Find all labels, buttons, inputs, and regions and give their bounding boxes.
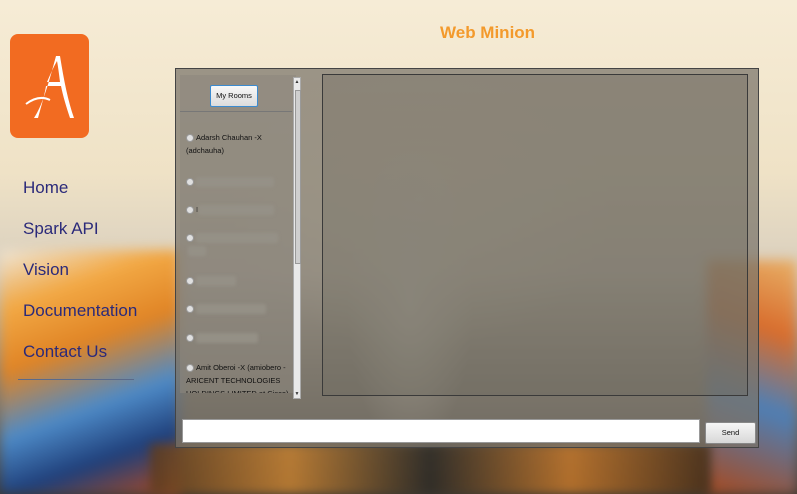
room-item[interactable] xyxy=(186,175,290,188)
logo-a-icon xyxy=(24,56,74,118)
redacted-label xyxy=(196,333,258,344)
nav-divider xyxy=(18,379,134,380)
radio-icon[interactable] xyxy=(186,305,194,314)
message-input[interactable] xyxy=(182,419,700,443)
radio-icon[interactable] xyxy=(186,178,194,187)
room-label: Amit Oberoi -X (amiobero - ARICENT TECHN… xyxy=(186,363,289,393)
page-title: Web Minion xyxy=(440,23,536,42)
scroll-down-icon[interactable]: ▼ xyxy=(294,390,300,398)
radio-icon[interactable] xyxy=(186,234,194,243)
radio-icon[interactable] xyxy=(186,334,194,343)
nav-item-spark-api[interactable]: Spark API xyxy=(23,213,137,254)
redacted-label xyxy=(198,205,275,216)
nav-item-documentation[interactable]: Documentation xyxy=(23,295,137,336)
my-rooms-button[interactable]: My Rooms xyxy=(210,85,258,107)
rooms-divider xyxy=(180,111,292,112)
redacted-label xyxy=(196,276,236,287)
room-item[interactable] xyxy=(186,302,290,315)
radio-icon[interactable] xyxy=(186,206,194,215)
room-label: Adarsh Chauhan -X (adchauha) xyxy=(186,133,262,155)
room-item[interactable] xyxy=(186,274,290,287)
redacted-label xyxy=(196,177,274,188)
nav-item-home[interactable]: Home xyxy=(23,172,137,213)
chat-panel: My Rooms Adarsh Chauhan -X (adchauha) I xyxy=(175,68,759,448)
room-item[interactable]: Adarsh Chauhan -X (adchauha) xyxy=(186,131,290,157)
nav-item-vision[interactable]: Vision xyxy=(23,254,137,295)
redacted-label xyxy=(196,233,278,244)
send-button[interactable]: Send xyxy=(705,422,756,444)
scroll-thumb[interactable] xyxy=(295,90,301,264)
redacted-label xyxy=(188,246,206,257)
page: Home Spark API Vision Documentation Cont… xyxy=(0,0,797,494)
scroll-up-icon[interactable]: ▲ xyxy=(294,78,300,86)
room-item[interactable] xyxy=(186,331,290,344)
background-streak-bottom xyxy=(150,444,710,494)
nav-item-contact-us[interactable]: Contact Us xyxy=(23,336,137,377)
room-item[interactable] xyxy=(186,231,290,257)
room-item[interactable]: I xyxy=(186,203,290,216)
main-nav: Home Spark API Vision Documentation Cont… xyxy=(23,172,137,377)
rooms-list: My Rooms Adarsh Chauhan -X (adchauha) I xyxy=(180,75,296,393)
radio-icon[interactable] xyxy=(186,277,194,286)
rooms-scrollbar[interactable]: ▲ ▼ xyxy=(293,77,301,399)
logo[interactable] xyxy=(10,34,89,138)
redacted-label xyxy=(196,304,266,315)
room-item[interactable]: Amit Oberoi -X (amiobero - ARICENT TECHN… xyxy=(186,361,290,393)
radio-icon[interactable] xyxy=(186,364,194,373)
radio-icon[interactable] xyxy=(186,134,194,143)
message-area xyxy=(322,74,748,396)
